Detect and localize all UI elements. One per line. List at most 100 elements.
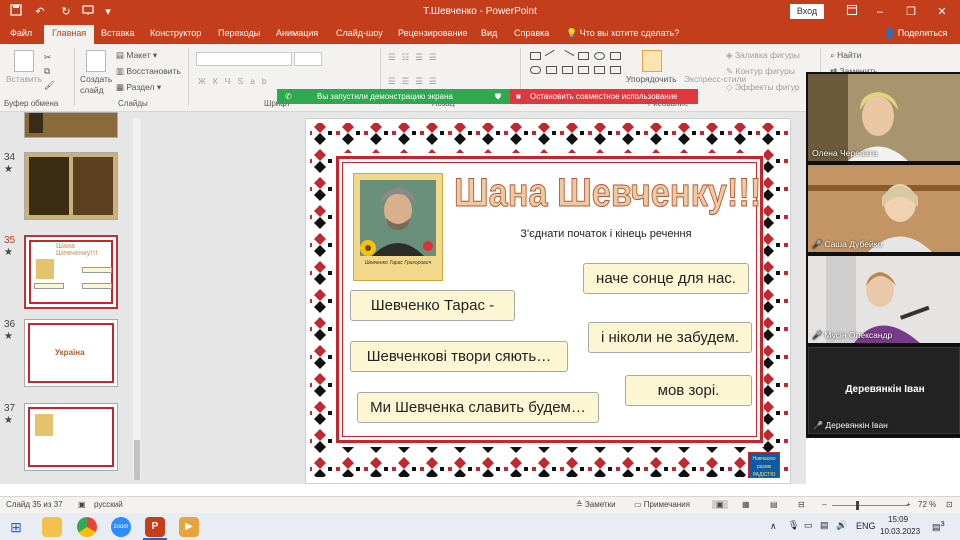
ribbon-display-icon[interactable] [838,3,866,21]
slideshow-view-icon[interactable]: ⊟ [798,500,805,509]
tab-slideshow[interactable]: Слайд-шоу [336,28,383,38]
participant-tile[interactable]: Олена Черевата [808,74,960,161]
sentence-start-card[interactable]: Шевченкові твори сяють… [350,341,568,372]
slide-thumbnail-37[interactable] [24,403,118,471]
zoom-icon[interactable]: zoom [111,517,131,537]
rectangle-shape-icon[interactable] [530,52,541,60]
paste-icon[interactable] [14,50,34,72]
tab-help[interactable]: Справка [514,28,549,38]
close-icon[interactable]: ✕ [928,3,956,21]
volume-icon[interactable]: 🔊 [836,520,847,531]
comments-button[interactable]: ▭ Примечания [634,500,690,509]
windows-start-icon[interactable]: ⊞ [6,517,26,537]
oval-shape-icon[interactable] [594,52,605,60]
notification-icon[interactable]: ▤3 [932,519,945,533]
shape-fill-button[interactable]: ◈ Заливка фигуры [726,50,800,61]
copy-icon[interactable]: ⧉ [44,66,50,77]
notes-button[interactable]: ≙ Заметки [576,500,616,509]
microphone-icon[interactable]: 🎙 [788,520,799,531]
stop-sharing-button[interactable]: ■ Остановить совместное использование [510,89,698,104]
participant-tile[interactable]: 🎤 Мусін Олександр [808,256,960,343]
chevron-up-icon[interactable]: ∧ [770,521,777,532]
file-explorer-icon[interactable] [42,517,62,537]
align-buttons[interactable]: ☰☰☰☰ [388,76,442,87]
sentence-start-card[interactable]: Ми Шевченка славить будем… [357,392,599,423]
share-button[interactable]: 👤 Поделиться [884,28,947,39]
line-shape-icon[interactable] [560,49,575,63]
powerpoint-icon[interactable]: P [145,517,165,537]
layout-button[interactable]: ▤ Макет ▾ [116,50,157,61]
zoom-in-icon[interactable]: + [906,500,911,509]
arrange-icon[interactable] [642,50,662,72]
font-format-buttons[interactable]: ЖКЧSab [198,76,274,86]
sentence-end-card[interactable]: наче сонце для нас. [583,263,749,294]
chrome-icon[interactable] [77,517,97,537]
find-button[interactable]: ⌕ Найти [830,50,861,61]
slide-subtitle[interactable]: З'єднати початок і кінець речення [456,228,756,240]
tab-view[interactable]: Вид [481,28,497,38]
reading-view-icon[interactable]: ▤ [770,500,778,509]
format-painter-icon[interactable]: 🖌 [44,80,55,91]
shape-outline-button[interactable]: ✎ Контур фигуры [726,66,795,77]
star-shape-icon[interactable] [594,66,605,74]
line-shape-icon[interactable] [544,49,559,63]
tab-file[interactable]: Файл [10,28,32,38]
list-buttons[interactable]: ☰☷☰☰ [388,52,442,63]
arrange-button[interactable]: Упорядочить [626,74,677,84]
zoom-slider[interactable] [832,505,908,506]
fit-to-window-icon[interactable]: ⊡ [946,500,953,509]
sentence-start-card[interactable]: Шевченко Тарас - [350,290,515,321]
language-indicator[interactable]: русский [94,500,123,509]
participant-tile[interactable]: 🎤 Саша Дубейко [808,165,960,252]
participant-tile[interactable]: Деревянкін Іван 🎤 Деревянкін Іван [808,347,960,434]
slide-sorter-icon[interactable]: ▦ [742,500,750,509]
cut-icon[interactable]: ✂ [44,52,51,63]
heart-shape-icon[interactable] [610,66,621,74]
restore-icon[interactable]: ❐ [897,3,925,21]
shape-effects-button[interactable]: ◇ Эффекты фигур [726,82,800,93]
rectangle-shape-icon[interactable] [610,52,621,60]
spellcheck-icon[interactable]: ▣ [78,500,86,509]
rectangle-shape-icon[interactable] [578,52,589,60]
tab-animations[interactable]: Анимация [276,28,318,38]
section-button[interactable]: ▦ Раздел ▾ [116,82,161,93]
zoom-out-icon[interactable]: – [822,500,826,509]
clock-date[interactable]: 10.03.2023 [880,527,920,536]
slide-thumbnail-35[interactable]: Шана Шевченку!!! [24,235,118,309]
tab-transitions[interactable]: Переходы [218,28,260,38]
triangle-shape-icon[interactable] [546,66,557,74]
slide-title[interactable]: Шана Шевченку!!! [454,171,762,225]
font-size-box[interactable] [294,52,322,66]
new-slide-icon[interactable] [86,50,106,72]
tab-insert[interactable]: Вставка [101,28,134,38]
slide-thumbnail-33[interactable] [24,112,118,138]
minimize-icon[interactable]: – [866,3,894,21]
thumbnail-scrollbar[interactable] [133,118,141,478]
sentence-end-card[interactable]: мов зорі. [625,375,752,406]
slide-thumbnail-36[interactable]: Україна [24,319,118,387]
slide-thumbnail-34[interactable] [24,152,118,220]
signin-button[interactable]: Вход [790,4,824,19]
keyboard-language[interactable]: ENG [856,521,876,531]
tab-review[interactable]: Рецензирование [398,28,468,38]
network-icon[interactable]: ▤ [820,520,829,531]
rounded-rectangle-shape-icon[interactable] [530,66,541,74]
tab-design[interactable]: Конструктор [150,28,201,38]
media-player-icon[interactable]: ▶ [179,517,199,537]
reset-button[interactable]: ▥ Восстановить [116,66,181,77]
font-name-box[interactable] [196,52,292,66]
tell-me-search[interactable]: 💡 Что вы хотите сделать? [566,28,679,39]
clock-time[interactable]: 15:09 [888,515,908,524]
tab-home[interactable]: Главная [44,25,95,44]
sentence-end-card[interactable]: і ніколи не забудем. [588,322,752,353]
zoom-level[interactable]: 72 % [918,500,936,509]
arrow-shape-icon[interactable] [578,66,589,74]
scrollbar-thumb[interactable] [134,440,140,480]
normal-view-icon[interactable]: ▣ [712,500,728,509]
zoom-slider-thumb[interactable] [856,501,859,510]
elbow-connector-icon[interactable] [562,66,573,74]
new-slide-button[interactable]: Создать слайд [80,74,114,96]
paste-button[interactable]: Вставить [6,74,42,84]
current-slide[interactable]: Шевченко Тарас Григорович Шана Шевченку!… [305,118,791,484]
camera-icon[interactable]: ▭ [804,520,813,531]
